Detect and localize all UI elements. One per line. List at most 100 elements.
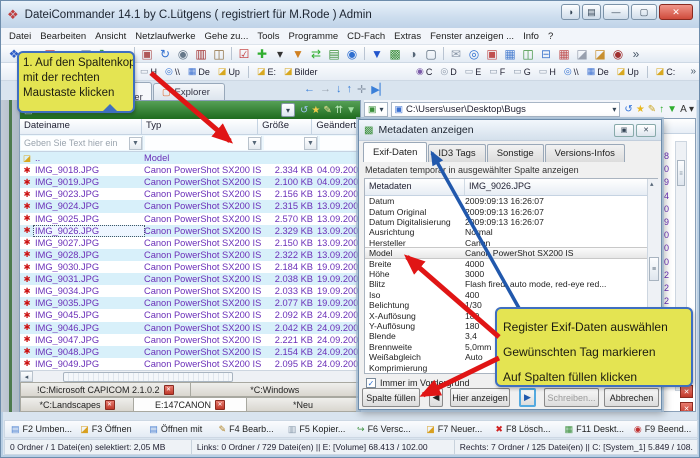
down-arrow-icon[interactable]: ↓ [336, 83, 342, 96]
favorites-icon[interactable]: ★ [311, 105, 320, 116]
menu-tools[interactable]: Tools [257, 31, 279, 42]
dialog-tab-id3-tags[interactable]: ID3 Tags [428, 144, 485, 162]
drive-c-button[interactable]: ◉C [413, 65, 435, 78]
metadata-row[interactable]: Iso400 [365, 290, 657, 300]
up-button[interactable]: ◪Up [215, 65, 243, 78]
folder-c-button[interactable]: ◪C: [653, 65, 679, 78]
scrollbar-thumb[interactable] [63, 372, 233, 382]
next-button[interactable]: ▶ [519, 388, 536, 407]
folder-open-icon[interactable]: ◪ [573, 46, 591, 62]
menu-cd-fach[interactable]: CD-Fach [347, 31, 385, 42]
folder-tab-c-windows[interactable]: *C:Windows [191, 382, 361, 397]
file-row[interactable]: ✱IMG_9048.JPGCanon PowerShot SX200 IS2.1… [20, 346, 360, 358]
tab-close-icon[interactable]: ✕ [215, 400, 225, 410]
minimize-button[interactable]: — [603, 4, 629, 20]
dialog-title-bar[interactable]: ▩ Metadaten anzeigen ▣✕ [359, 120, 661, 141]
horizontal-scrollbar[interactable]: ◂ [20, 370, 360, 382]
maximize-button[interactable]: ▢ [631, 4, 657, 20]
dialog-pin-button[interactable]: ▣ [614, 124, 634, 137]
drive-e-button[interactable]: ◪E: [254, 65, 279, 78]
drive-h2-button[interactable]: ▭H [536, 65, 559, 78]
drive-h-button[interactable]: ▭H [137, 65, 160, 78]
fn-f9-beend[interactable]: ◉F9 Beend... [628, 424, 697, 435]
window-theme-button[interactable]: ◑ [561, 4, 580, 20]
back-arrow-icon[interactable]: ← [304, 83, 315, 96]
file-row[interactable]: ✱IMG_9018.JPGCanon PowerShot SX200 IS2.3… [20, 164, 360, 176]
network-button[interactable]: ◎\\ [162, 65, 183, 78]
last-icon[interactable]: ▶▏ [371, 83, 388, 96]
table-icon[interactable]: ▦ [501, 46, 519, 62]
filter-funnel-icon[interactable]: ▼ [248, 137, 261, 150]
split-vertical-icon[interactable]: ⊟ [537, 46, 555, 62]
filter-funnel-icon[interactable]: ▼ [304, 137, 317, 150]
dialog-tab-exif-daten[interactable]: Exif-Daten [363, 142, 427, 162]
folder-tab-neu[interactable]: *Neu [247, 397, 360, 412]
system-icon[interactable]: ▢ [422, 46, 440, 62]
menu-ansicht[interactable]: Ansicht [95, 31, 126, 42]
fn-f7-neuer[interactable]: ◪F7 Neuer... [420, 424, 489, 435]
window-layout-button[interactable]: ▤ [582, 4, 601, 20]
file-row[interactable]: ✱IMG_9047.JPGCanon PowerShot SX200 IS2.2… [20, 334, 360, 346]
mail-icon[interactable]: ✉ [447, 46, 465, 62]
write-button[interactable]: Schreiben... [544, 388, 599, 407]
menu-programme[interactable]: Programme [289, 31, 339, 42]
sort-a-button[interactable]: A ▾ [680, 104, 694, 115]
tab-close-icon[interactable]: ✕ [164, 385, 174, 395]
undo-icon[interactable]: ↺ [300, 105, 308, 116]
network-icon[interactable]: ◎ [465, 46, 483, 62]
up2-button[interactable]: ◪Up [614, 65, 642, 78]
file-row[interactable]: ✱IMG_9035.JPGCanon PowerShot SX200 IS2.0… [20, 297, 360, 309]
fill-column-button[interactable]: Spalte füllen [362, 388, 420, 407]
info-icon[interactable]: ◉ [343, 46, 361, 62]
file-row[interactable]: ✱IMG_9027.JPGCanon PowerShot SX200 IS2.1… [20, 237, 360, 249]
scroll-up-icon[interactable]: ▴ [650, 180, 654, 188]
sync-icon[interactable]: ⇄ [307, 46, 325, 62]
edit-note-icon[interactable]: ✎ [648, 104, 656, 115]
drive-e2-button[interactable]: ▭E [462, 65, 485, 78]
favorites-icon[interactable]: ★ [636, 104, 645, 115]
tab-close-icon[interactable]: ✕ [105, 400, 115, 410]
column-header-typ[interactable]: Typ [142, 119, 258, 134]
drivebar-overflow-icon[interactable]: » [690, 66, 696, 77]
folder-tools-icon[interactable]: ◪ [591, 46, 609, 62]
dialog-tab-sonstige[interactable]: Sonstige [487, 144, 544, 162]
checklist-icon[interactable]: ▤ [325, 46, 343, 62]
menu-item[interactable]: ? [548, 31, 553, 42]
column-header-geaendert[interactable]: Geändert [312, 119, 360, 134]
column-header-dateiname[interactable]: Dateiname [20, 119, 142, 134]
close-button[interactable]: ✕ [659, 4, 693, 20]
menu-info[interactable]: Info [523, 31, 539, 42]
file-row[interactable]: ✱IMG_9023.JPGCanon PowerShot SX200 IS2.1… [20, 188, 360, 200]
tab-explorer[interactable]: ▢Explorer [153, 83, 225, 100]
metadata-row[interactable]: ModelCanon PowerShot SX200 IS [365, 248, 657, 258]
metadata-row[interactable]: Höhe3000 [365, 269, 657, 279]
power-icon[interactable]: ◉ [609, 46, 627, 62]
filename-col-header[interactable]: IMG_9026.JPG [465, 179, 657, 195]
metadata-row[interactable]: AusrichtungNormal [365, 227, 657, 237]
filter-funnel-icon[interactable]: ▼ [667, 104, 677, 115]
file-row[interactable]: ✱IMG_9046.JPGCanon PowerShot SX200 IS2.0… [20, 322, 360, 334]
undo-icon[interactable]: ↺ [624, 104, 632, 115]
view-file-icon[interactable]: ◉ [174, 46, 192, 62]
desktop2-button[interactable]: ▦De [584, 65, 612, 78]
column-header-groesse[interactable]: Größe [258, 119, 312, 134]
fn-f5-kopier[interactable]: ▥F5 Kopier... [282, 424, 351, 435]
metadata-row[interactable]: Datum Original2009:09:13 16:26:07 [365, 206, 657, 216]
menu-gehe-zu[interactable]: Gehe zu... [205, 31, 249, 42]
select-icon[interactable]: ☑ [235, 46, 253, 62]
dialog-tab-versions-infos[interactable]: Versions-Infos [545, 144, 625, 162]
reload-icon[interactable]: ↻ [156, 46, 174, 62]
menu-datei[interactable]: Datei [9, 31, 31, 42]
metadata-col-header[interactable]: Metadaten [365, 179, 465, 195]
show-here-button[interactable]: Hier anzeigen [450, 388, 510, 407]
always-on-top-checkbox[interactable]: ✓ Immer im Vordergrund [366, 378, 470, 388]
image-icon[interactable]: ▩ [386, 46, 404, 62]
drive-f-button[interactable]: ▭F [486, 65, 508, 78]
fn-f3-ffnen[interactable]: ◪F3 Öffnen [74, 424, 143, 435]
prev-button[interactable]: ◀ [429, 388, 443, 407]
add-icon[interactable]: ✚ [253, 46, 271, 62]
folder-tab-c-microsoft-capicom-2-1-0-2[interactable]: !C:Microsoft CAPICOM 2.1.0.2✕ [20, 382, 191, 397]
edit-note-icon[interactable]: ✎ [323, 105, 331, 116]
dropdown-arrow-icon[interactable]: ▾ [271, 46, 289, 62]
checkbox-icon[interactable]: ✓ [366, 378, 376, 388]
